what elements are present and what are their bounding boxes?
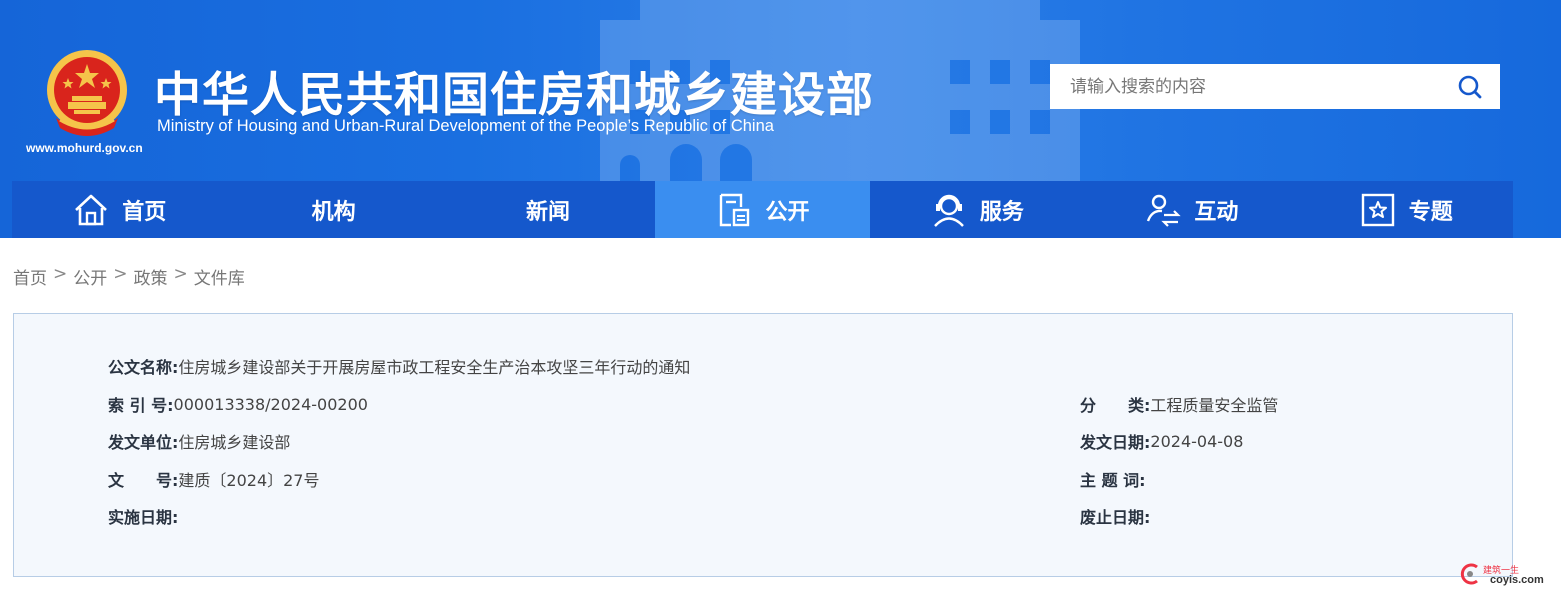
doc-keywords-label: 主 题 词:	[1080, 471, 1146, 490]
breadcrumb: 首页 > 公开 > 政策 > 文件库	[13, 264, 245, 289]
document-icon	[720, 193, 750, 226]
nav-item-org[interactable]: 机构	[226, 181, 440, 238]
main-nav: 首页 机构 新闻 公开 服务 互动 专题	[12, 181, 1513, 238]
nav-item-topic[interactable]: 专题	[1299, 181, 1513, 238]
star-frame-icon	[1361, 193, 1394, 226]
doc-effective-label: 实施日期:	[108, 508, 179, 527]
doc-issuer-label: 发文单位:	[108, 433, 179, 452]
document-info-card: 公文名称: 住房城乡建设部关于开展房屋市政工程安全生产治本攻坚三年行动的通知 索…	[13, 313, 1513, 577]
doc-index-row: 索 引 号: 000013338/2024-00200	[108, 392, 368, 416]
site-url[interactable]: www.mohurd.gov.cn	[26, 141, 143, 155]
nav-item-service[interactable]: 服务	[870, 181, 1084, 238]
site-title-en: Ministry of Housing and Urban-Rural Deve…	[157, 117, 774, 135]
breadcrumb-separator: >	[53, 264, 68, 284]
doc-name-value: 住房城乡建设部关于开展房屋市政工程安全生产治本攻坚三年行动的通知	[178, 358, 691, 377]
nav-item-interact[interactable]: 互动	[1084, 181, 1298, 238]
doc-effective-row: 实施日期:	[108, 504, 178, 528]
nav-label-public: 公开	[765, 199, 810, 225]
doc-expiry-row: 废止日期:	[1080, 504, 1150, 528]
search-input[interactable]	[1050, 64, 1440, 109]
watermark-icon	[1460, 563, 1478, 585]
national-emblem-logo	[47, 50, 127, 136]
nav-label-topic: 专题	[1408, 199, 1453, 225]
search-icon	[1458, 75, 1482, 98]
doc-issuer-row: 发文单位: 住房城乡建设部	[108, 429, 290, 453]
nav-item-home[interactable]: 首页	[12, 181, 226, 238]
breadcrumb-home[interactable]: 首页	[13, 264, 47, 289]
nav-label-home: 首页	[122, 199, 167, 225]
nav-label-org: 机构	[311, 199, 356, 225]
search-button[interactable]	[1440, 64, 1500, 109]
breadcrumb-separator: >	[113, 264, 128, 284]
site-header: www.mohurd.gov.cn 中华人民共和国住房和城乡建设部 Minist…	[0, 0, 1561, 238]
doc-expiry-label: 废止日期:	[1080, 508, 1151, 527]
watermark-logo: 建筑一生 coyis.com	[1457, 561, 1557, 591]
home-icon	[75, 194, 108, 225]
breadcrumb-library[interactable]: 文件库	[194, 264, 245, 289]
doc-name-row: 公文名称: 住房城乡建设部关于开展房屋市政工程安全生产治本攻坚三年行动的通知	[108, 354, 690, 378]
doc-keywords-row: 主 题 词:	[1080, 467, 1146, 491]
doc-category-label: 分 类:	[1080, 396, 1151, 415]
doc-number-row: 文 号: 建质〔2024〕27号	[108, 467, 320, 491]
doc-name-label: 公文名称:	[108, 358, 179, 377]
doc-issue-date-row: 发文日期: 2024-04-08	[1080, 429, 1243, 453]
doc-issue-date-label: 发文日期:	[1080, 433, 1151, 452]
doc-index-label: 索 引 号:	[108, 396, 174, 415]
nav-item-news[interactable]: 新闻	[441, 181, 655, 238]
doc-category-value: 工程质量安全监管	[1150, 396, 1279, 415]
nav-label-service: 服务	[979, 199, 1024, 225]
doc-category-row: 分 类: 工程质量安全监管	[1080, 392, 1278, 416]
doc-issuer-value: 住房城乡建设部	[178, 433, 291, 452]
doc-number-label: 文 号:	[108, 471, 179, 490]
breadcrumb-public[interactable]: 公开	[73, 264, 107, 289]
doc-issue-date-value: 2024-04-08	[1150, 431, 1244, 451]
doc-index-value: 000013338/2024-00200	[173, 394, 368, 414]
search-box	[1050, 64, 1500, 109]
nav-label-news: 新闻	[526, 199, 571, 225]
breadcrumb-policy[interactable]: 政策	[134, 264, 168, 289]
doc-number-value: 建质〔2024〕27号	[178, 471, 320, 490]
breadcrumb-separator: >	[173, 264, 188, 284]
nav-item-public[interactable]: 公开	[655, 181, 870, 238]
interact-user-icon	[1147, 194, 1181, 227]
nav-label-interact: 互动	[1194, 199, 1239, 225]
watermark-text-en: coyis.com	[1490, 574, 1544, 586]
site-title-cn[interactable]: 中华人民共和国住房和城乡建设部	[154, 56, 874, 125]
support-agent-icon	[934, 194, 964, 227]
